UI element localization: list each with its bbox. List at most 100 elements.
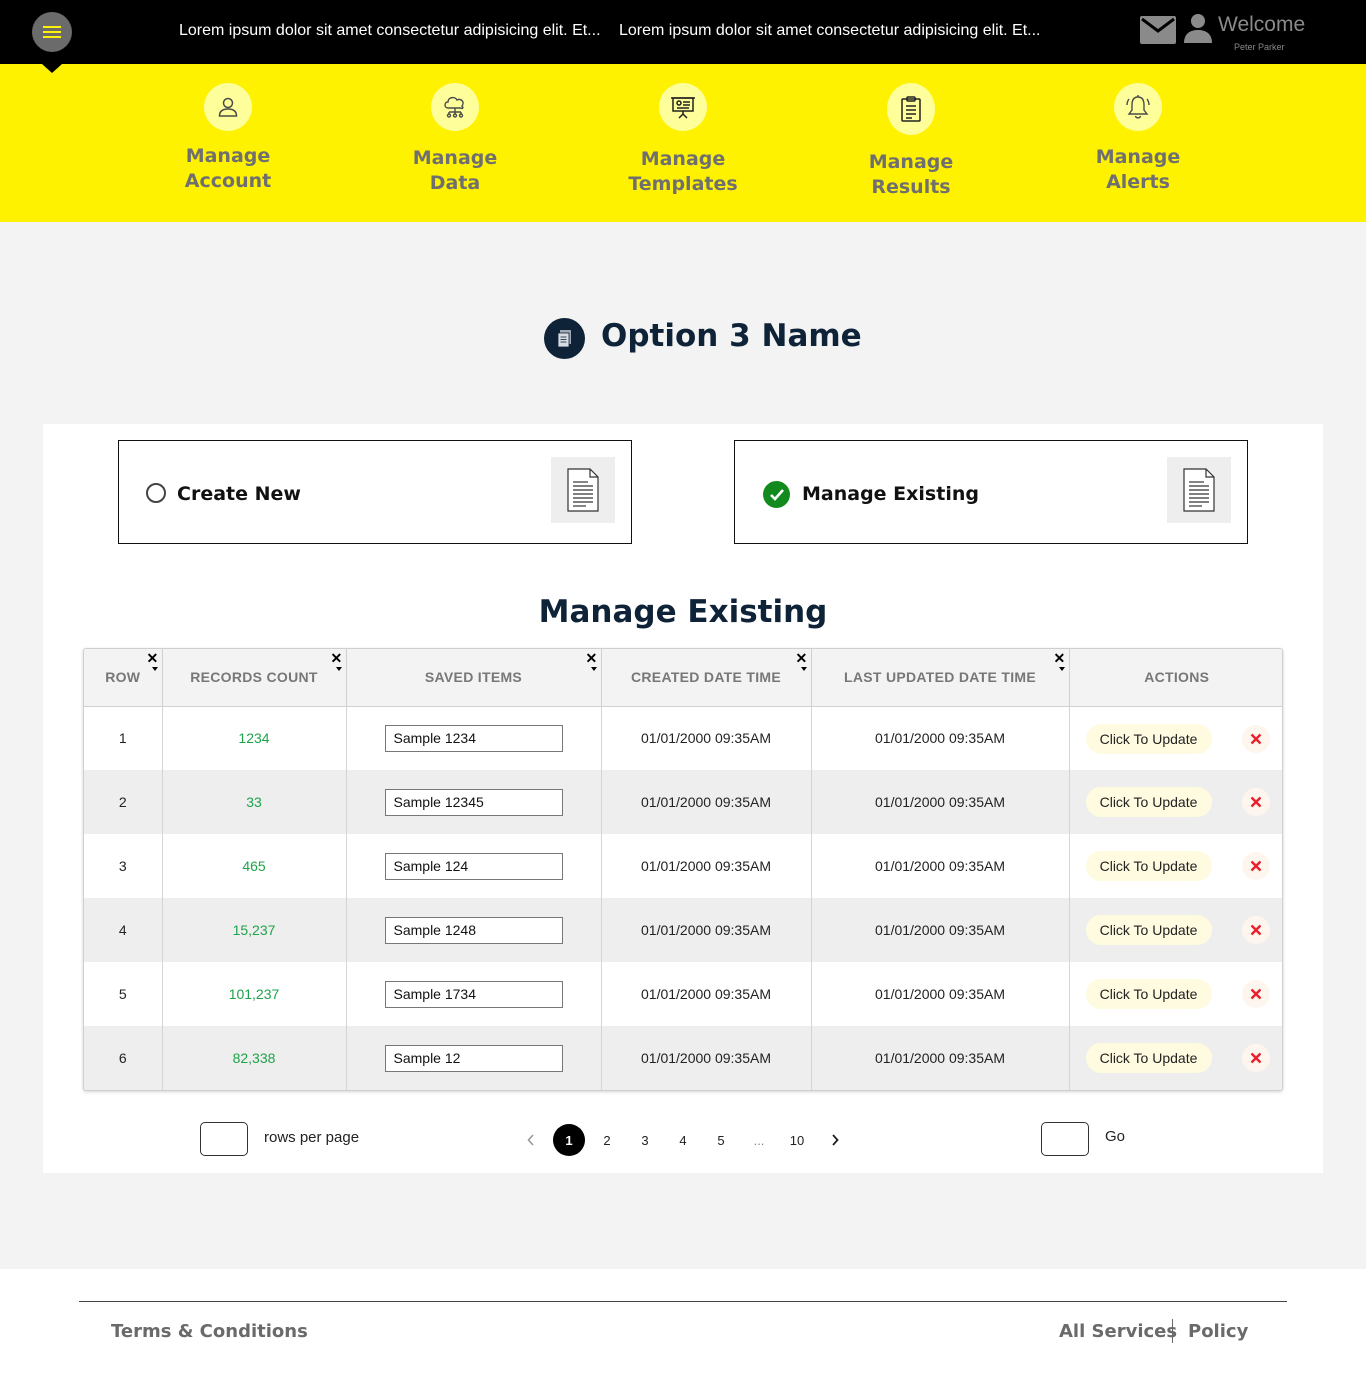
bell-icon [1114,83,1162,131]
click-to-update-button[interactable]: Click To Update [1085,787,1212,817]
sort-caret-icon[interactable] [335,667,342,671]
nav-label: Results [871,176,951,198]
radio-unchecked-icon[interactable] [146,483,166,503]
manage-existing-label: Manage Existing [802,483,979,505]
created-date: 01/01/2000 09:35AM [601,1026,812,1090]
go-button[interactable]: Go [1105,1128,1125,1145]
click-to-update-button[interactable]: Click To Update [1085,915,1212,945]
column-header-last-updated[interactable]: LAST UPDATED DATE TIME ✕ [811,649,1070,707]
document-icon [544,318,585,359]
rows-per-page-input[interactable] [200,1122,248,1156]
page-title: Option 3 Name [601,318,862,354]
saved-item-input[interactable] [384,1044,563,1072]
column-header-row[interactable]: ROW ✕ [84,649,163,707]
created-date: 01/01/2000 09:35AM [601,706,812,770]
created-date: 01/01/2000 09:35AM [601,834,812,898]
create-new-option[interactable]: Create New [118,440,632,544]
document-icon [551,457,615,523]
go-to-page-input[interactable] [1041,1122,1089,1156]
nav-manage-account[interactable]: Manage Account [148,83,308,194]
footer: Terms & Conditions All Services Policy [0,1269,1366,1390]
updated-date: 01/01/2000 09:35AM [811,898,1070,962]
presentation-icon [659,83,707,131]
delete-x-icon[interactable] [1241,852,1270,880]
saved-item-input[interactable] [384,788,563,816]
records-table: ROW ✕ RECORDS COUNT ✕ SAVED ITEMS ✕ CREATED… [83,648,1283,1091]
nav-label: Manage [1095,146,1181,168]
column-header-saved-items[interactable]: SAVED ITEMS ✕ [346,649,602,707]
row-number: 2 [84,770,163,834]
nav-manage-results[interactable]: Manage Results [831,83,991,200]
nav-manage-templates[interactable]: Manage Templates [603,83,763,197]
page-button[interactable]: 3 [629,1124,661,1156]
saved-item-input[interactable] [384,724,563,752]
page-button[interactable]: 4 [667,1124,699,1156]
page-button[interactable]: 5 [705,1124,737,1156]
column-label: ROW [105,669,141,686]
page-button[interactable]: 1 [553,1124,585,1156]
actions-cell: Click To Update [1069,770,1282,834]
chevron-right-icon[interactable] [819,1124,851,1156]
close-icon[interactable]: ✕ [1053,651,1065,665]
sort-caret-icon[interactable] [590,667,597,671]
column-header-created[interactable]: CREATED DATE TIME ✕ [601,649,812,707]
click-to-update-button[interactable]: Click To Update [1085,851,1212,881]
table-row: 6 82,338 01/01/2000 09:35AM 01/01/2000 0… [84,1026,1282,1090]
delete-x-icon[interactable] [1241,724,1270,753]
click-to-update-button[interactable]: Click To Update [1085,1043,1212,1073]
click-to-update-button[interactable]: Click To Update [1085,979,1212,1009]
records-count: 465 [162,834,347,898]
sort-caret-icon[interactable] [800,667,807,671]
page-button[interactable]: 10 [781,1124,813,1156]
sort-caret-icon[interactable] [151,667,158,671]
manage-existing-option[interactable]: Manage Existing [734,440,1248,544]
terms-link[interactable]: Terms & Conditions [111,1321,308,1342]
updated-date: 01/01/2000 09:35AM [811,962,1070,1026]
close-icon[interactable]: ✕ [585,651,597,665]
news-ticker: Lorem ipsum dolor sit amet consectetur a… [179,22,1054,40]
page-button[interactable]: 2 [591,1124,623,1156]
page-ellipsis: ... [753,1132,765,1148]
saved-item-input[interactable] [384,916,563,944]
close-icon[interactable]: ✕ [795,651,807,665]
delete-x-icon[interactable] [1241,788,1270,816]
check-circle-icon[interactable] [763,481,790,508]
saved-item-cell [346,1026,602,1090]
click-to-update-button[interactable]: Click To Update [1085,723,1212,754]
user-icon [204,83,252,131]
sort-caret-icon[interactable] [1058,667,1065,671]
close-icon[interactable]: ✕ [146,651,158,665]
nav-manage-alerts[interactable]: Manage Alerts [1058,83,1218,195]
all-services-link[interactable]: All Services [1059,1321,1177,1342]
document-icon [1167,457,1231,523]
records-count: 82,338 [162,1026,347,1090]
row-number: 4 [84,898,163,962]
records-count: 33 [162,770,347,834]
table-row: 1 1234 01/01/2000 09:35AM 01/01/2000 09:… [84,706,1282,770]
welcome-text: Welcome [1218,13,1306,36]
created-date: 01/01/2000 09:35AM [601,962,812,1026]
mail-icon[interactable] [1140,16,1176,44]
saved-item-input[interactable] [384,980,563,1008]
nav-label: Manage [185,145,271,167]
menu-icon[interactable] [32,12,72,52]
delete-x-icon[interactable] [1241,1044,1270,1072]
nav-manage-data[interactable]: Manage Data [375,83,535,196]
chevron-left-icon[interactable] [515,1124,547,1156]
close-icon[interactable]: ✕ [330,651,342,665]
table-row: 5 101,237 01/01/2000 09:35AM 01/01/2000 … [84,962,1282,1026]
saved-item-cell [346,834,602,898]
main-panel: Create New Manage Existing Manage Existi… [43,424,1323,1173]
column-header-records-count[interactable]: RECORDS COUNT ✕ [162,649,347,707]
records-count: 15,237 [162,898,347,962]
top-bar: Lorem ipsum dolor sit amet consectetur a… [0,0,1366,64]
records-count: 101,237 [162,962,347,1026]
saved-item-input[interactable] [384,852,563,880]
delete-x-icon[interactable] [1241,916,1270,944]
saved-item-cell [346,706,602,770]
delete-x-icon[interactable] [1241,980,1270,1008]
policy-link[interactable]: Policy [1188,1321,1248,1342]
user-icon[interactable] [1183,13,1213,43]
updated-date: 01/01/2000 09:35AM [811,706,1070,770]
updated-date: 01/01/2000 09:35AM [811,834,1070,898]
